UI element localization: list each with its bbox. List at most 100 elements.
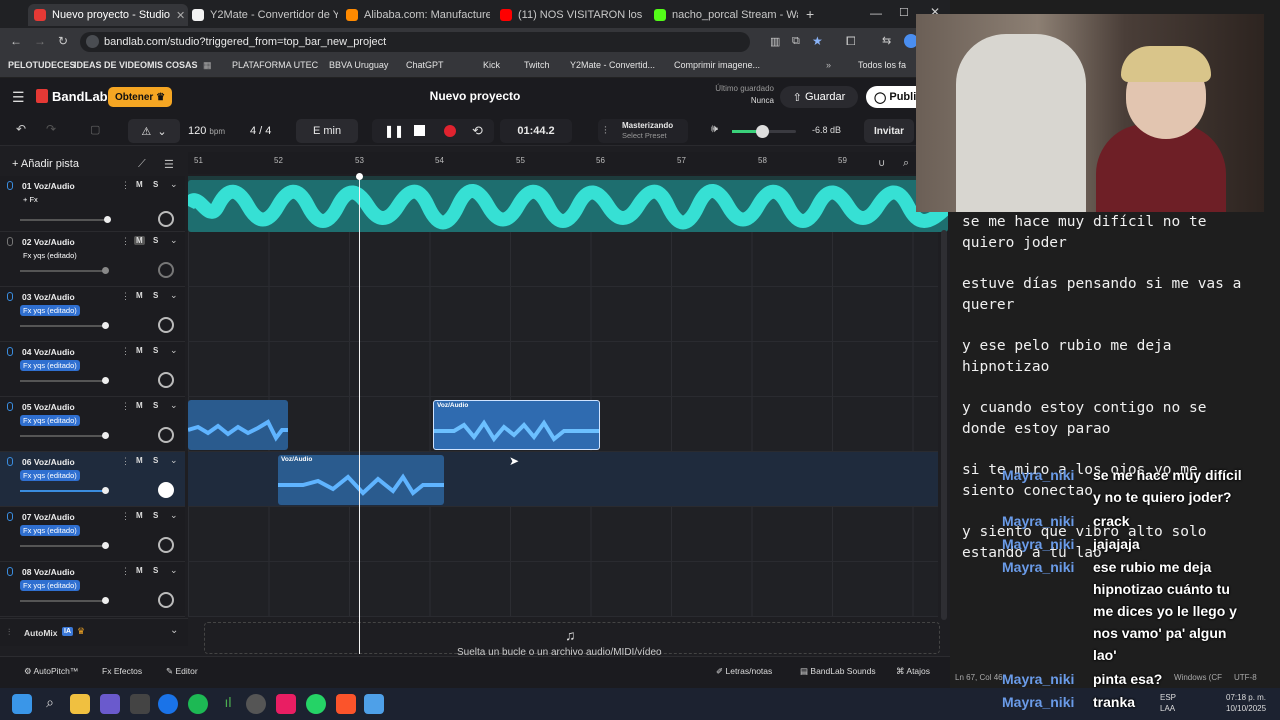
reload-icon[interactable]: ↻: [58, 34, 68, 48]
windows-start-icon[interactable]: [12, 694, 32, 714]
lyric-line[interactable]: y cuando estoy contigo no se donde estoy…: [962, 398, 1206, 440]
bookmark-item[interactable]: Todos los fa: [858, 60, 906, 70]
add-track-button[interactable]: + Añadir pista: [12, 158, 79, 170]
track-name[interactable]: 02 Voz/Audio: [22, 237, 75, 247]
bookmark-item[interactable]: Comprimir imagene...: [674, 60, 760, 70]
lane-4[interactable]: [188, 342, 938, 397]
tiktok-icon[interactable]: [276, 694, 296, 714]
track-8[interactable]: 08 Voz/Audio Fx yqs (editado) ⋮ M S ⌄: [0, 562, 185, 617]
volume-knob[interactable]: [102, 322, 109, 329]
pan-dial[interactable]: [158, 592, 174, 608]
track-fx[interactable]: Fx yqs (editado): [20, 580, 80, 591]
clock-date[interactable]: 10/10/2025: [1226, 704, 1266, 713]
bookmark-item[interactable]: ChatGPT: [406, 60, 444, 70]
chevron-down-icon[interactable]: ⌄: [170, 400, 178, 411]
loop-icon[interactable]: ⟲: [472, 123, 483, 139]
reader-icon[interactable]: ▥: [770, 35, 780, 48]
volume-slider[interactable]: [20, 322, 109, 329]
encoding[interactable]: UTF-8: [1234, 673, 1257, 682]
solo-button[interactable]: S: [153, 346, 158, 355]
metronome-button[interactable]: ⚠ ⌄: [128, 119, 180, 143]
bookmark-star-icon[interactable]: ★: [812, 34, 823, 48]
chrome-icon[interactable]: [158, 694, 178, 714]
mute-button[interactable]: M: [136, 456, 143, 465]
lane-3[interactable]: [188, 287, 938, 342]
pan-dial[interactable]: [158, 537, 174, 553]
track-6[interactable]: 06 Voz/Audio Fx yqs (editado) ⋮ M S ⌄: [0, 452, 185, 507]
volume-knob[interactable]: [102, 432, 109, 439]
drop-zone[interactable]: ♫ Suelta un bucle o un archivo audio/MID…: [204, 622, 940, 658]
time-signature[interactable]: 4 / 4: [250, 125, 271, 137]
track-fx[interactable]: + Fx: [20, 194, 41, 205]
track-fx[interactable]: Fx yqs (editado): [20, 415, 80, 426]
track-name[interactable]: 04 Voz/Audio: [22, 347, 75, 357]
menu-hamburger-icon[interactable]: ☰: [12, 89, 25, 106]
more-vertical-icon[interactable]: ⋮: [121, 401, 130, 412]
track-7[interactable]: 07 Voz/Audio Fx yqs (editado) ⋮ M S ⌄: [0, 507, 185, 562]
language-indicator[interactable]: ESP: [1160, 693, 1176, 702]
audio-clip-track6[interactable]: Voz/Audio: [278, 455, 444, 505]
close-icon[interactable]: ✕: [170, 9, 185, 22]
pan-dial[interactable]: [158, 427, 174, 443]
pan-dial[interactable]: [158, 317, 174, 333]
more-vertical-icon[interactable]: ⋮: [121, 511, 130, 522]
more-vertical-icon[interactable]: ⋮: [121, 180, 130, 191]
track-fx[interactable]: Fx yqs (editado): [20, 250, 80, 261]
file-explorer-icon[interactable]: [70, 694, 90, 714]
track-fx[interactable]: Fx yqs (editado): [20, 360, 80, 371]
tab-bandlab[interactable]: Nuevo proyecto - Studio ✕: [28, 4, 188, 26]
volume-slider[interactable]: [20, 267, 109, 274]
playhead[interactable]: [359, 176, 360, 654]
chevron-down-icon[interactable]: ⌄: [170, 345, 178, 356]
pan-dial[interactable]: [158, 372, 174, 388]
track-name[interactable]: 01 Voz/Audio: [22, 181, 75, 191]
solo-button[interactable]: S: [153, 401, 158, 410]
cast-icon[interactable]: ⇆: [882, 34, 891, 47]
forward-arrow-icon[interactable]: →: [34, 34, 46, 48]
lyric-line[interactable]: y ese pelo rubio me deja hipnotizao: [962, 336, 1172, 378]
bookmark-item[interactable]: Kick: [483, 60, 500, 70]
bookmark-item[interactable]: Twitch: [524, 60, 550, 70]
language-region[interactable]: LAA: [1160, 704, 1175, 713]
bookmark-item[interactable]: IDEAS DE VIDEO: [74, 60, 147, 70]
track-3[interactable]: 03 Voz/Audio Fx yqs (editado) ⋮ M S ⌄: [0, 287, 185, 342]
project-title-text[interactable]: Nuevo proyecto: [430, 89, 521, 103]
pan-dial[interactable]: [158, 262, 174, 278]
lyric-line[interactable]: se me hace muy difícil no te quiero jode…: [962, 212, 1206, 254]
tempo-value[interactable]: 120 bpm: [188, 125, 225, 137]
shortcuts-button[interactable]: ⌘ Atajos: [896, 666, 930, 677]
mute-button[interactable]: M: [136, 291, 143, 300]
mute-button[interactable]: M: [134, 236, 145, 245]
mute-button[interactable]: M: [136, 566, 143, 575]
volume-slider[interactable]: [20, 487, 109, 494]
search-icon[interactable]: ⌕: [40, 694, 60, 714]
volume-knob[interactable]: [756, 125, 769, 138]
chevron-down-icon[interactable]: ⌄: [170, 510, 178, 521]
volume-knob[interactable]: [104, 216, 111, 223]
track-name[interactable]: 03 Voz/Audio: [22, 292, 75, 302]
install-icon[interactable]: ⧉: [792, 35, 800, 48]
chevron-down-icon[interactable]: ⌄: [170, 235, 178, 246]
volume-slider[interactable]: [20, 542, 109, 549]
discord-icon[interactable]: [100, 694, 120, 714]
record-icon[interactable]: [444, 125, 456, 137]
lane-7[interactable]: [188, 507, 938, 562]
volume-knob[interactable]: [102, 487, 109, 494]
undo-icon[interactable]: ↶: [16, 122, 26, 136]
vertical-scrollbar[interactable]: [941, 230, 947, 620]
redo-icon[interactable]: ↷: [46, 122, 56, 136]
chevron-down-icon[interactable]: ⌄: [170, 179, 178, 190]
bookmark-item[interactable]: MIS COSAS: [147, 60, 198, 70]
audio-clip-track5-a[interactable]: [188, 400, 288, 450]
bookmark-item[interactable]: Y2Mate - Convertid...: [570, 60, 655, 70]
chevron-down-icon[interactable]: ⌄: [170, 565, 178, 576]
apps-grid-icon[interactable]: ▦: [203, 60, 212, 71]
notepad-icon[interactable]: [364, 694, 384, 714]
editor-button[interactable]: ✎ Editor: [166, 666, 198, 677]
lyric-line[interactable]: estuve días pensando si me vas a querer: [962, 274, 1241, 316]
lane-2[interactable]: [188, 232, 938, 287]
spotify-icon[interactable]: [188, 694, 208, 714]
tab-youtube[interactable]: (11) NOS VISITARON los RODR ✕: [494, 4, 644, 26]
region-icon[interactable]: ▢: [90, 123, 100, 136]
magnet-snap-icon[interactable]: ∪: [878, 158, 885, 169]
